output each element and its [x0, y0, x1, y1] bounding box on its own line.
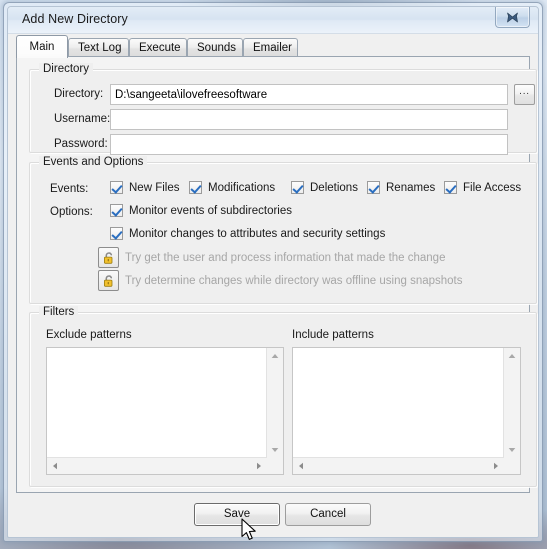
- include-patterns-caption: Include patterns: [292, 329, 374, 341]
- checkbox-new-files[interactable]: New Files: [110, 181, 179, 194]
- checkbox-deletions[interactable]: Deletions: [291, 181, 358, 194]
- events-label: Events:: [50, 183, 89, 195]
- locked-option-user-process-info[interactable]: Try get the user and process information…: [98, 247, 445, 268]
- username-label: Username:: [54, 113, 111, 125]
- title-bar: Add New Directory: [8, 7, 538, 34]
- locked-option-label: Try get the user and process information…: [125, 251, 446, 264]
- directory-group-title: Directory: [39, 63, 94, 75]
- scroll-left-icon[interactable]: [47, 458, 63, 474]
- scroll-up-icon[interactable]: [267, 348, 283, 364]
- tab-emailer[interactable]: Emailer: [243, 38, 298, 57]
- scroll-right-icon[interactable]: [488, 458, 504, 474]
- checkbox-box: [110, 204, 123, 217]
- include-horizontal-scrollbar[interactable]: [293, 457, 504, 474]
- scrollbar-corner: [504, 458, 520, 474]
- checkbox-label: Monitor changes to attributes and securi…: [129, 227, 386, 240]
- scroll-left-icon[interactable]: [293, 458, 309, 474]
- window-title: Add New Directory: [22, 12, 128, 26]
- padlock-open-icon[interactable]: [98, 270, 119, 291]
- dialog-footer: Save Cancel: [8, 493, 538, 537]
- include-vertical-scrollbar[interactable]: [503, 348, 520, 458]
- username-input[interactable]: [110, 109, 508, 130]
- checkbox-label: Renames: [386, 181, 436, 194]
- include-patterns-listbox[interactable]: [292, 347, 521, 475]
- close-x-icon: [506, 12, 519, 23]
- locked-option-label: Try determine changes while directory wa…: [125, 274, 463, 287]
- add-new-directory-dialog: Add New Directory Main Text Log Execute …: [3, 2, 543, 542]
- checkbox-label: Modifications: [208, 181, 276, 194]
- checkbox-renames[interactable]: Renames: [367, 181, 435, 194]
- browse-directory-button[interactable]: ...: [514, 84, 535, 105]
- filters-group-title: Filters: [39, 306, 79, 318]
- events-group-title: Events and Options: [39, 156, 148, 168]
- password-input[interactable]: [110, 134, 508, 155]
- exclude-patterns-caption: Exclude patterns: [46, 329, 132, 341]
- password-label: Password:: [54, 138, 108, 150]
- scroll-up-icon[interactable]: [504, 348, 520, 364]
- scroll-down-icon[interactable]: [267, 442, 283, 458]
- scroll-right-icon[interactable]: [251, 458, 267, 474]
- checkbox-label: File Access: [463, 181, 522, 194]
- exclude-vertical-scrollbar[interactable]: [266, 348, 283, 458]
- events-and-options-group: Events and Options Events: Options: New …: [29, 156, 537, 304]
- scroll-down-icon[interactable]: [504, 442, 520, 458]
- save-button[interactable]: Save: [194, 503, 280, 526]
- checkbox-box: [444, 181, 457, 194]
- cancel-button[interactable]: Cancel: [285, 503, 371, 526]
- tab-sounds[interactable]: Sounds: [187, 38, 243, 57]
- directory-input[interactable]: [110, 84, 508, 105]
- checkbox-label: Monitor events of subdirectories: [129, 204, 292, 217]
- checkbox-label: New Files: [129, 181, 180, 194]
- checkbox-box: [189, 181, 202, 194]
- directory-group: Directory Directory: ... Username: Passw…: [29, 63, 537, 155]
- checkbox-file-access[interactable]: File Access: [444, 181, 521, 194]
- tab-panel-main: Directory Directory: ... Username: Passw…: [16, 56, 537, 493]
- directory-label: Directory:: [54, 88, 104, 100]
- tab-text-log[interactable]: Text Log: [68, 38, 129, 57]
- options-label: Options:: [50, 206, 93, 218]
- checkbox-box: [110, 227, 123, 240]
- scrollbar-corner: [267, 458, 283, 474]
- checkbox-monitor-attributes[interactable]: Monitor changes to attributes and securi…: [110, 227, 385, 240]
- checkbox-box: [291, 181, 304, 194]
- checkbox-box: [110, 181, 123, 194]
- checkbox-modifications[interactable]: Modifications: [189, 181, 275, 194]
- checkbox-box: [367, 181, 380, 194]
- tab-execute[interactable]: Execute: [129, 38, 187, 57]
- checkbox-monitor-subdirectories[interactable]: Monitor events of subdirectories: [110, 204, 292, 217]
- checkbox-label: Deletions: [310, 181, 358, 194]
- close-button[interactable]: [495, 7, 530, 28]
- exclude-horizontal-scrollbar[interactable]: [47, 457, 267, 474]
- locked-option-offline-snapshots[interactable]: Try determine changes while directory wa…: [98, 270, 463, 291]
- padlock-open-icon[interactable]: [98, 247, 119, 268]
- filters-group: Filters Exclude patterns Include pattern…: [29, 306, 537, 487]
- exclude-patterns-listbox[interactable]: [46, 347, 284, 475]
- tab-main[interactable]: Main: [16, 35, 68, 58]
- tab-bar: Main Text Log Execute Sounds Emailer: [16, 35, 530, 58]
